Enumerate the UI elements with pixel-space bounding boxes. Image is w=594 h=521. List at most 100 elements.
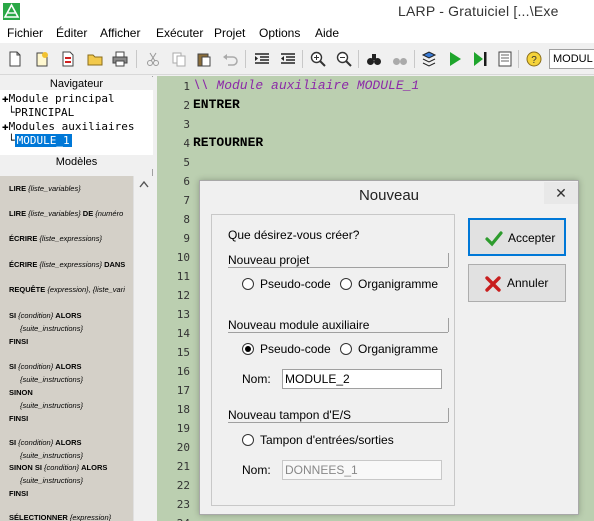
zoom-in-icon[interactable] [310,51,326,67]
code-line-1[interactable]: \\ Module auxiliaire MODULE_1 [193,78,419,93]
tree-principal[interactable]: └PRINCIPAL [8,106,74,119]
line-number: 15 [176,346,190,359]
outdent-icon[interactable] [280,51,296,67]
indent-icon[interactable] [254,51,270,67]
template-item[interactable]: SI {condition} ALORS [9,362,82,371]
scroll-up-icon[interactable] [139,180,149,188]
new-project-icon[interactable] [34,51,50,67]
menu-options[interactable]: Options [259,26,300,40]
template-item[interactable]: SINON SI {condition} ALORS [9,463,107,472]
menu-bar: Fichier Éditer Afficher Exécuter Projet … [0,23,594,43]
tree-main-module-label: Module principal [8,92,115,105]
window-title: LARP - Gratuiciel [...\Exe [398,3,559,19]
code-line-2[interactable]: ENTRER [193,97,240,112]
find-icon[interactable] [366,51,382,67]
accept-button[interactable]: Accepter [468,218,566,256]
template-item[interactable]: REQUÊTE {expression}, {liste_vari [9,285,125,294]
left-panel: Navigateur ✚Module principal └PRINCIPAL … [0,76,153,521]
cancel-button-label: Annuler [507,276,549,290]
line-number: 5 [183,156,190,169]
template-item[interactable]: SÉLECTIONNER {expression} [9,513,111,521]
module-selector[interactable]: MODUL [549,49,594,69]
template-item[interactable]: SI {condition} ALORS [9,311,82,320]
run-icon[interactable] [447,51,463,67]
template-item[interactable]: {suite_instructions} [20,476,83,485]
template-item[interactable]: {suite_instructions} [20,375,83,384]
template-item[interactable]: FINSI [9,337,28,346]
close-icon[interactable]: ✕ [544,182,578,204]
template-item[interactable]: LIRE {liste_variables} DE {numéro [9,209,123,218]
toolbar: ? [0,43,594,75]
line-number: 23 [176,498,190,511]
radio-project-flowchart[interactable] [340,278,352,290]
larp-window: LARP - Gratuiciel [...\Exe Fichier Édite… [0,0,594,521]
templates-panel: LIRE {liste_variables} LIRE {liste_variab… [0,176,153,521]
paste-icon[interactable] [196,51,212,67]
new-file-icon[interactable] [7,51,23,67]
template-item[interactable]: ÉCRIRE {liste_expressions} DANS [9,260,125,269]
cross-icon [485,276,501,292]
line-number: 11 [176,270,190,283]
open-module-icon[interactable] [60,51,76,67]
cut-icon[interactable] [145,51,161,67]
template-item[interactable]: LIRE {liste_variables} [9,184,81,193]
line-number: 7 [183,194,190,207]
undo-icon[interactable] [222,51,238,67]
template-item[interactable]: {suite_instructions} [20,401,83,410]
help-icon[interactable]: ? [526,51,542,67]
template-list[interactable]: LIRE {liste_variables} LIRE {liste_variab… [0,176,133,521]
larp-app-icon [3,3,20,20]
menu-executer[interactable]: Exécuter [156,26,203,40]
radio-io-buffer-label[interactable]: Tampon d'entrées/sorties [260,433,394,447]
replace-icon[interactable] [392,51,408,67]
template-item[interactable]: ÉCRIRE {liste_expressions} [9,234,102,243]
menu-projet[interactable]: Projet [214,26,245,40]
group-new-io-buffer-title: Nouveau tampon d'E/S [228,408,352,422]
line-number: 3 [183,118,190,131]
buffer-name-input[interactable]: DONNEES_1 [282,460,442,480]
template-item[interactable]: {suite_instructions} [20,451,83,460]
line-number: 19 [176,422,190,435]
cancel-button[interactable]: Annuler [468,264,566,302]
line-number: 17 [176,384,190,397]
tree-module-1[interactable]: └ MODULE_1 [8,134,72,147]
zoom-out-icon[interactable] [336,51,352,67]
group-new-aux-module-title: Nouveau module auxiliaire [228,318,370,332]
template-item[interactable]: {suite_instructions} [20,324,83,333]
radio-module-pseudocode-label[interactable]: Pseudo-code [260,342,331,356]
radio-project-flowchart-label[interactable]: Organigramme [358,277,438,291]
open-folder-icon[interactable] [87,51,103,67]
line-number: 9 [183,232,190,245]
menu-fichier[interactable]: Fichier [7,26,43,40]
radio-module-pseudocode[interactable] [242,343,254,355]
line-number: 20 [176,441,190,454]
menu-editer[interactable]: Éditer [56,26,87,40]
module-name-input[interactable]: MODULE_2 [282,369,442,389]
radio-module-flowchart-label[interactable]: Organigramme [358,342,438,356]
buffer-name-label: Nom: [242,463,271,477]
compile-icon[interactable] [421,51,437,67]
code-line-4[interactable]: RETOURNER [193,135,263,150]
template-item[interactable]: FINSI [9,414,28,423]
tree-aux-modules-label: Modules auxiliaires [8,120,135,133]
line-number: 4 [183,137,190,150]
tree-main-module[interactable]: ✚Module principal [2,92,115,105]
radio-io-buffer[interactable] [242,434,254,446]
copy-icon[interactable] [171,51,187,67]
radio-project-pseudocode[interactable] [242,278,254,290]
print-icon[interactable] [112,51,128,67]
menu-afficher[interactable]: Afficher [100,26,140,40]
console-icon[interactable] [497,51,513,67]
tree-aux-modules[interactable]: ✚Modules auxiliaires [2,120,134,133]
new-dialog: Nouveau ✕ Que désirez-vous créer? Nouvea… [199,180,579,515]
menu-aide[interactable]: Aide [315,26,339,40]
radio-module-flowchart[interactable] [340,343,352,355]
templates-scrollbar[interactable] [133,176,153,521]
radio-project-pseudocode-label[interactable]: Pseudo-code [260,277,331,291]
tree-principal-label: PRINCIPAL [14,106,75,119]
line-number: 16 [176,365,190,378]
template-item[interactable]: SINON [9,388,33,397]
template-item[interactable]: FINSI [9,489,28,498]
step-run-icon[interactable] [472,51,488,67]
template-item[interactable]: SI {condition} ALORS [9,438,82,447]
